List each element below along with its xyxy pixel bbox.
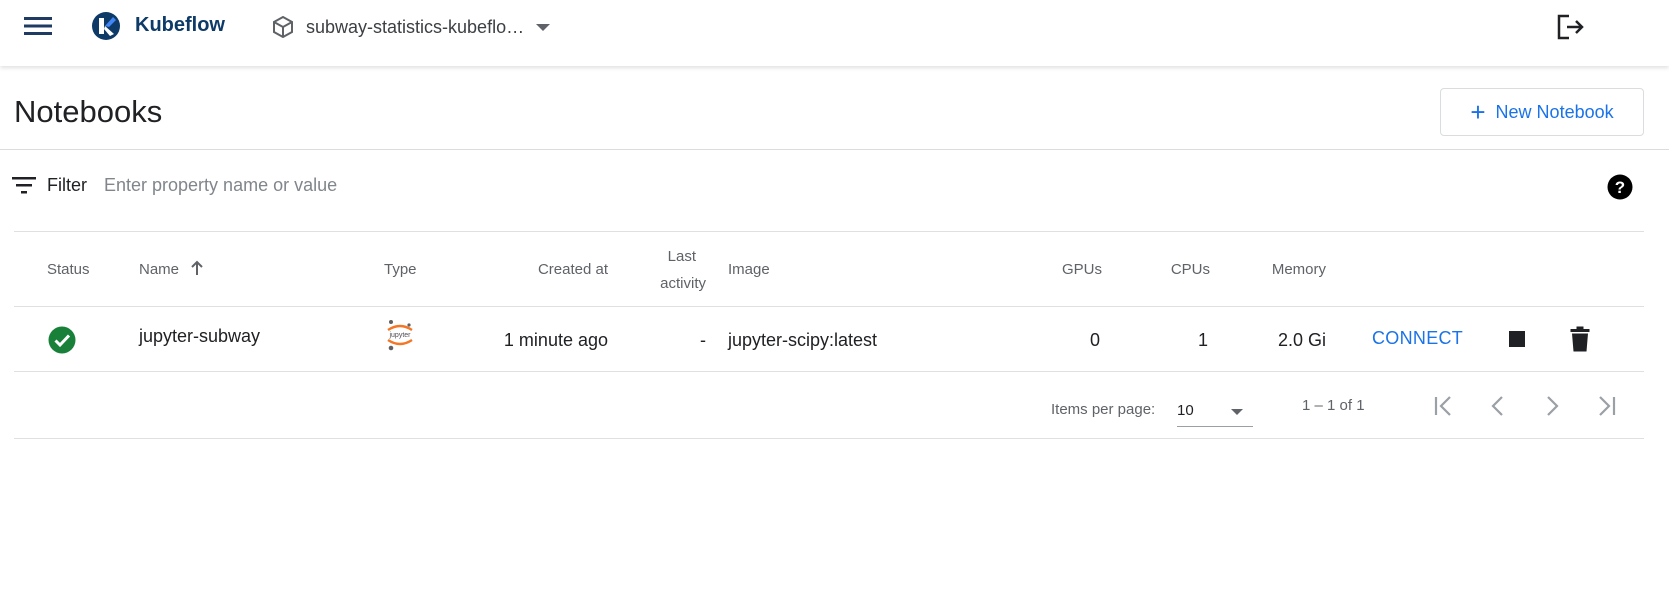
connect-button[interactable]: CONNECT: [1372, 328, 1463, 349]
filter-input[interactable]: [104, 170, 704, 200]
sort-ascending-icon: [191, 260, 203, 275]
svg-text:?: ?: [1615, 178, 1625, 197]
previous-page-icon[interactable]: [1484, 392, 1512, 420]
created-at-value: 1 minute ago: [503, 330, 608, 350]
paginator-divider: [14, 438, 1644, 439]
next-page-icon[interactable]: [1538, 392, 1566, 420]
jupyter-logo-icon: jupyter: [387, 320, 413, 351]
column-header-created-at[interactable]: Created at: [520, 261, 608, 278]
table-top-divider: [14, 231, 1644, 232]
menu-icon[interactable]: [22, 12, 54, 40]
page-range-label: 1 – 1 of 1: [1302, 397, 1365, 414]
header-divider: [0, 149, 1669, 150]
column-header-name[interactable]: Name: [139, 261, 179, 278]
header-row-divider: [14, 306, 1644, 307]
check-circle-icon: [48, 326, 76, 354]
new-notebook-button[interactable]: + New Notebook: [1440, 88, 1644, 136]
last-page-icon[interactable]: [1592, 392, 1620, 420]
stop-icon[interactable]: [1509, 331, 1525, 347]
logout-icon[interactable]: [1555, 12, 1587, 42]
namespace-label: subway-statistics-kubeflo…: [306, 16, 525, 37]
cpus-value: 1: [1197, 330, 1208, 350]
image-value: jupyter-scipy:latest: [728, 330, 878, 350]
gpus-value: 0: [1089, 330, 1100, 350]
memory-value: 2.0 Gi: [1277, 330, 1326, 350]
plus-icon: +: [1470, 97, 1486, 127]
notebook-name[interactable]: jupyter-subway: [139, 326, 260, 347]
column-header-last-activity-line1[interactable]: Last: [630, 248, 696, 265]
row-divider: [14, 371, 1644, 372]
kubeflow-logo-icon[interactable]: [90, 10, 122, 42]
items-per-page-select[interactable]: 10: [1177, 397, 1253, 427]
filter-icon: [12, 177, 36, 194]
column-header-last-activity-line2[interactable]: activity: [630, 275, 706, 292]
first-page-icon[interactable]: [1430, 392, 1458, 420]
filter-label: Filter: [47, 175, 87, 195]
column-header-status[interactable]: Status: [47, 261, 90, 278]
column-header-image[interactable]: Image: [728, 261, 770, 278]
chevron-down-icon: [1231, 409, 1243, 415]
new-notebook-label: New Notebook: [1495, 101, 1614, 122]
top-bar: Kubeflow subway-statistics-kubeflo…: [0, 0, 1669, 66]
column-header-memory[interactable]: Memory: [1240, 261, 1326, 278]
page-title: Notebooks: [14, 94, 163, 129]
help-icon[interactable]: ?: [1607, 174, 1633, 200]
column-header-type[interactable]: Type: [384, 261, 417, 278]
namespace-selector[interactable]: subway-statistics-kubeflo…: [272, 12, 551, 42]
chevron-down-icon: [536, 23, 551, 31]
column-header-gpus[interactable]: GPUs: [1040, 261, 1102, 278]
items-per-page-label: Items per page:: [1051, 401, 1156, 418]
items-per-page-value: 10: [1177, 402, 1194, 419]
cube-icon: [273, 16, 293, 38]
delete-icon[interactable]: [1570, 326, 1590, 352]
column-header-cpus[interactable]: CPUs: [1150, 261, 1210, 278]
jupyter-logo-text: jupyter: [388, 332, 411, 339]
last-activity-value: -: [700, 330, 706, 350]
app-brand: Kubeflow: [135, 14, 225, 36]
